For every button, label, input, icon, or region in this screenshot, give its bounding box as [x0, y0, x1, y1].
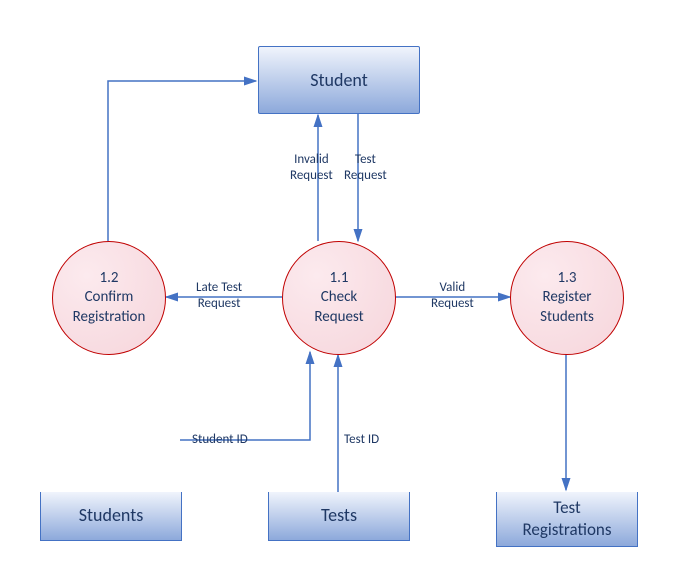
entity-student: Student	[258, 46, 420, 114]
store-test-registrations-label: Test Registrations	[522, 497, 611, 541]
store-tests-label: Tests	[321, 504, 357, 527]
store-students: Students	[40, 492, 182, 541]
flow-valid-request-label: Valid Request	[431, 280, 474, 313]
flow-late-test-request-label: Late Test Request	[196, 280, 242, 313]
process-check-request-id: 1.1	[314, 269, 363, 289]
process-check-request-name: Check Request	[314, 288, 363, 327]
flow-test-request-label: Test Request	[344, 152, 387, 185]
store-tests: Tests	[268, 492, 410, 541]
flow-student-id-label: Student ID	[192, 432, 248, 448]
process-confirm-registration-name: Confirm Registration	[73, 288, 146, 327]
process-confirm-registration: 1.2 Confirm Registration	[52, 241, 166, 355]
store-test-registrations: Test Registrations	[496, 492, 638, 547]
entity-student-label: Student	[310, 69, 368, 91]
process-confirm-registration-id: 1.2	[73, 269, 146, 289]
flow-confirm-to-student-arrow	[108, 81, 256, 241]
process-check-request: 1.1 Check Request	[282, 241, 396, 355]
process-register-students-id: 1.3	[540, 269, 594, 289]
flow-student-id-arrow	[180, 352, 310, 440]
flow-test-id-label: Test ID	[344, 432, 379, 448]
store-students-label: Students	[79, 504, 144, 527]
process-register-students-name: Register Students	[540, 288, 594, 327]
process-register-students: 1.3 Register Students	[510, 241, 624, 355]
flow-invalid-request-label: Invalid Request	[290, 152, 333, 185]
